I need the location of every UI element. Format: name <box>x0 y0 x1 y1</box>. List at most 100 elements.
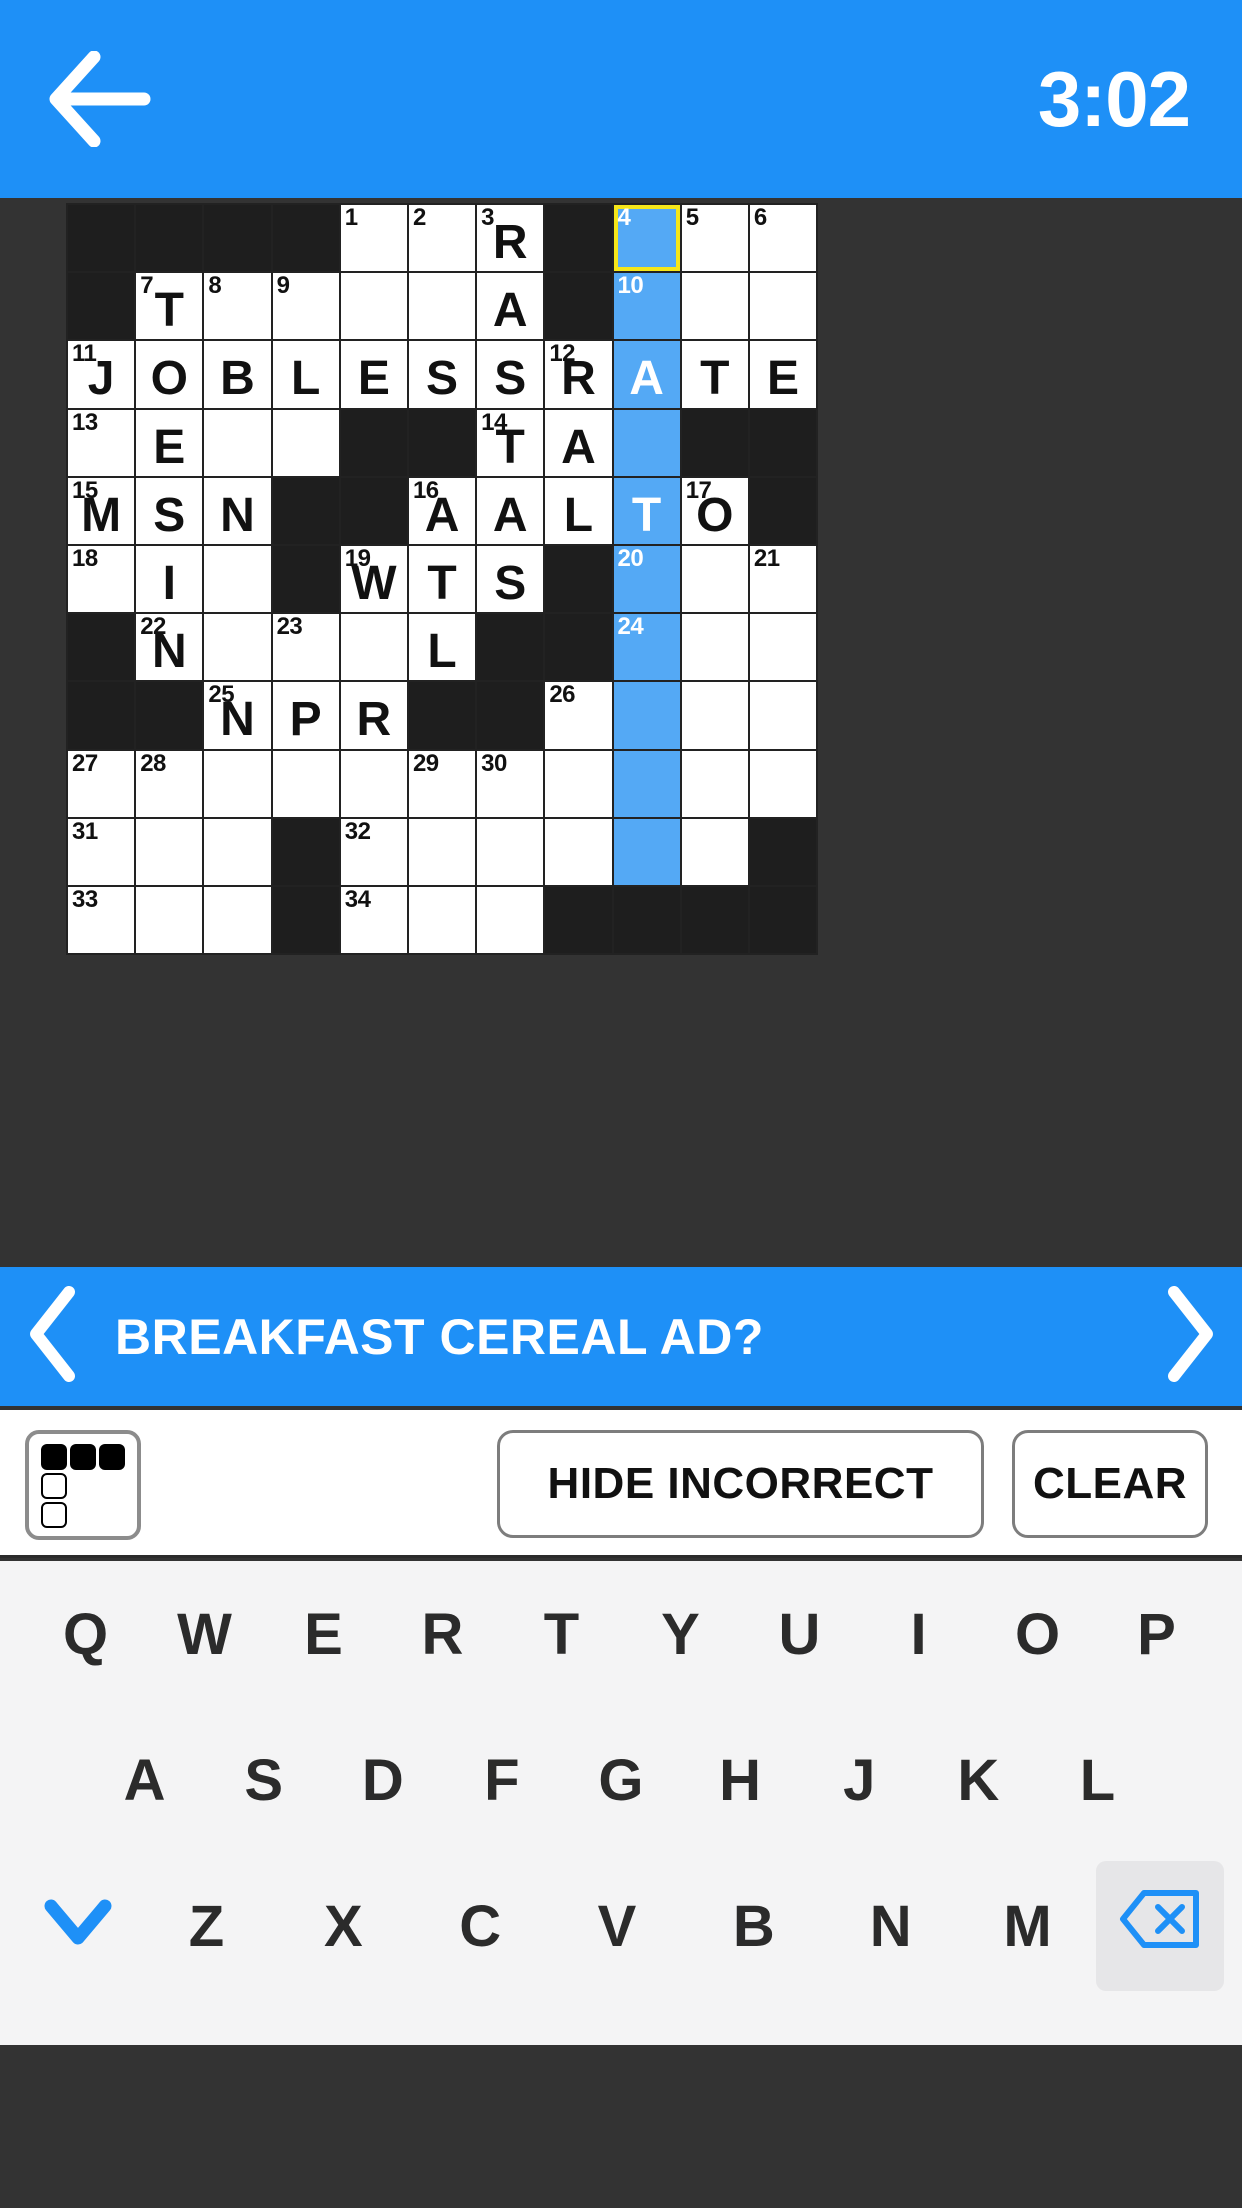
grid-cell[interactable]: 13 <box>68 409 137 478</box>
key-b[interactable]: B <box>685 1861 822 1991</box>
grid-cell[interactable]: S <box>408 341 478 410</box>
key-w[interactable]: W <box>145 1569 264 1699</box>
grid-cell[interactable] <box>272 750 341 819</box>
key-p[interactable]: P <box>1097 1569 1216 1699</box>
hide-incorrect-button[interactable]: HIDE INCORRECT <box>497 1430 984 1538</box>
grid-cell[interactable]: T <box>613 477 682 546</box>
grid-cell[interactable]: E <box>136 409 205 478</box>
key-k[interactable]: K <box>919 1715 1038 1845</box>
key-t[interactable]: T <box>502 1569 621 1699</box>
grid-cell[interactable] <box>681 818 750 887</box>
grid-cell[interactable]: 8 <box>204 273 273 342</box>
grid-cell[interactable] <box>408 818 478 887</box>
backspace-button[interactable] <box>1096 1861 1224 1991</box>
grid-cell[interactable]: O <box>136 341 205 410</box>
grid-cell[interactable] <box>749 682 819 751</box>
grid-cell[interactable] <box>749 614 819 683</box>
grid-cell[interactable]: 26 <box>545 682 614 751</box>
grid-cell[interactable]: E <box>749 341 819 410</box>
grid-cell[interactable]: 31 <box>68 818 137 887</box>
grid-cell[interactable]: 4 <box>613 205 682 274</box>
clue-text[interactable]: BREAKFAST CEREAL AD? <box>105 1308 1137 1366</box>
grid-cell[interactable] <box>613 682 682 751</box>
grid-cell[interactable] <box>681 545 750 615</box>
grid-cell[interactable] <box>136 886 205 956</box>
grid-cell[interactable]: A <box>477 273 546 342</box>
key-l[interactable]: L <box>1038 1715 1157 1845</box>
grid-cell[interactable]: 23 <box>272 614 341 683</box>
grid-cell[interactable]: P <box>272 682 341 751</box>
grid-cell[interactable] <box>340 273 409 342</box>
grid-cell[interactable] <box>681 682 750 751</box>
previous-clue-button[interactable] <box>0 1267 105 1406</box>
key-n[interactable]: N <box>822 1861 959 1991</box>
grid-cell[interactable]: 18 <box>68 546 137 615</box>
grid-cell[interactable]: 29 <box>408 750 478 819</box>
grid-cell[interactable] <box>204 750 273 819</box>
grid-cell[interactable] <box>613 750 682 819</box>
key-o[interactable]: O <box>978 1569 1097 1699</box>
grid-cell[interactable]: 21 <box>749 546 819 615</box>
grid-cell[interactable] <box>749 750 819 819</box>
grid-cell[interactable]: 32 <box>340 818 409 887</box>
grid-cell[interactable]: R <box>340 682 409 751</box>
grid-cell[interactable]: 28 <box>136 750 205 819</box>
key-z[interactable]: Z <box>138 1861 275 1991</box>
grid-cell[interactable]: 7T <box>136 273 205 342</box>
grid-cell[interactable] <box>136 818 205 887</box>
grid-cell[interactable]: 9 <box>272 273 341 342</box>
key-j[interactable]: J <box>800 1715 919 1845</box>
grid-cell[interactable]: T <box>681 341 750 410</box>
key-v[interactable]: V <box>549 1861 686 1991</box>
key-f[interactable]: F <box>442 1715 561 1845</box>
grid-cell[interactable] <box>681 750 750 819</box>
grid-cell[interactable]: I <box>136 545 205 615</box>
grid-cell[interactable]: 5 <box>681 205 750 274</box>
crossword-grid[interactable]: 1 2 3 R 4 5 6 7 T 8 9 A 10 11 J O B L E S S 12 R A T E 13 E 14 T A 15 M S… <box>66 203 819 956</box>
grid-cell[interactable]: 33 <box>68 887 137 956</box>
grid-cell[interactable]: T <box>408 545 478 615</box>
key-e[interactable]: E <box>264 1569 383 1699</box>
key-g[interactable]: G <box>561 1715 680 1845</box>
grid-cell[interactable]: 11 J <box>68 341 137 410</box>
grid-cell[interactable]: L <box>545 477 614 546</box>
grid-cell[interactable]: S <box>477 341 546 410</box>
key-r[interactable]: R <box>383 1569 502 1699</box>
grid-cell[interactable] <box>408 886 478 956</box>
grid-cell[interactable] <box>613 409 682 478</box>
grid-cell[interactable]: 30 <box>477 750 546 819</box>
grid-cell[interactable]: 17 O <box>681 478 750 546</box>
key-x[interactable]: X <box>275 1861 412 1991</box>
key-d[interactable]: D <box>323 1715 442 1845</box>
grid-cell[interactable] <box>340 750 409 819</box>
grid-cell[interactable]: 1 <box>340 205 409 274</box>
grid-cell[interactable] <box>204 614 273 683</box>
next-clue-button[interactable] <box>1137 1267 1242 1406</box>
key-a[interactable]: A <box>85 1715 204 1845</box>
direction-toggle-button[interactable] <box>25 1430 141 1540</box>
grid-cell[interactable]: 14 T <box>477 409 546 478</box>
grid-cell[interactable] <box>477 818 546 887</box>
grid-cell[interactable]: 34 <box>340 887 409 956</box>
grid-cell[interactable]: 16 A <box>408 478 478 546</box>
grid-cell[interactable] <box>545 750 614 819</box>
hide-keyboard-button[interactable] <box>18 1861 138 1991</box>
key-c[interactable]: C <box>412 1861 549 1991</box>
grid-cell[interactable]: 10 <box>613 273 682 342</box>
grid-cell[interactable]: 2 <box>408 205 478 274</box>
grid-cell[interactable]: A <box>613 341 682 410</box>
grid-cell[interactable]: 6 <box>749 205 819 274</box>
grid-cell[interactable] <box>272 409 341 478</box>
grid-cell[interactable]: 27 <box>68 750 137 819</box>
grid-cell[interactable] <box>204 818 273 887</box>
grid-cell[interactable]: L <box>272 341 341 410</box>
grid-cell[interactable]: 19 W <box>340 546 409 615</box>
key-h[interactable]: H <box>681 1715 800 1845</box>
grid-cell[interactable]: L <box>408 614 478 683</box>
grid-cell[interactable]: 24 <box>613 614 682 683</box>
key-u[interactable]: U <box>740 1569 859 1699</box>
grid-cell[interactable]: N <box>204 477 273 546</box>
grid-cell[interactable]: S <box>136 477 205 546</box>
grid-cell[interactable] <box>681 273 750 342</box>
grid-cell[interactable]: A <box>477 477 546 546</box>
